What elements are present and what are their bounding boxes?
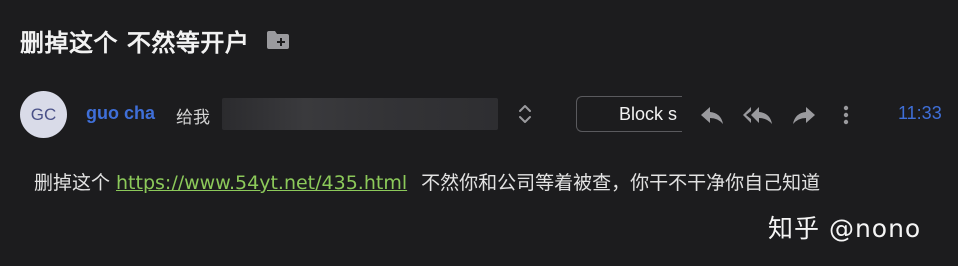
recipient-label: 给我 [176, 108, 210, 128]
chevron-up-down-icon[interactable] [514, 101, 536, 127]
email-subject: 删掉这个 不然等开户 [20, 20, 291, 60]
reply-icon[interactable] [698, 101, 726, 129]
forward-icon[interactable] [790, 101, 818, 129]
block-button-label: Block s [619, 103, 678, 124]
recipient-redacted [222, 98, 498, 130]
reply-all-icon[interactable] [742, 101, 774, 129]
avatar-initials: GC [30, 104, 57, 124]
message-body: 删掉这个 https://www.54yt.net/435.html 不然你和公司等… [34, 166, 944, 200]
body-prefix: 删掉这个 [34, 172, 111, 194]
sender-name[interactable]: guo cha [86, 103, 155, 124]
folder-add-icon[interactable] [265, 29, 291, 51]
subject-text: 删掉这个 不然等开户 [20, 28, 250, 57]
email-timestamp: 11:33 [898, 103, 942, 123]
body-link[interactable]: https://www.54yt.net/435.html [116, 172, 407, 194]
block-sender-button[interactable]: Block s [576, 96, 682, 132]
body-suffix: 不然你和公司等着被查，你干不干净你自己知道 [421, 172, 821, 194]
more-vertical-icon[interactable] [834, 101, 858, 129]
watermark: 知乎 @nono [768, 214, 922, 243]
avatar[interactable]: GC [20, 91, 67, 138]
